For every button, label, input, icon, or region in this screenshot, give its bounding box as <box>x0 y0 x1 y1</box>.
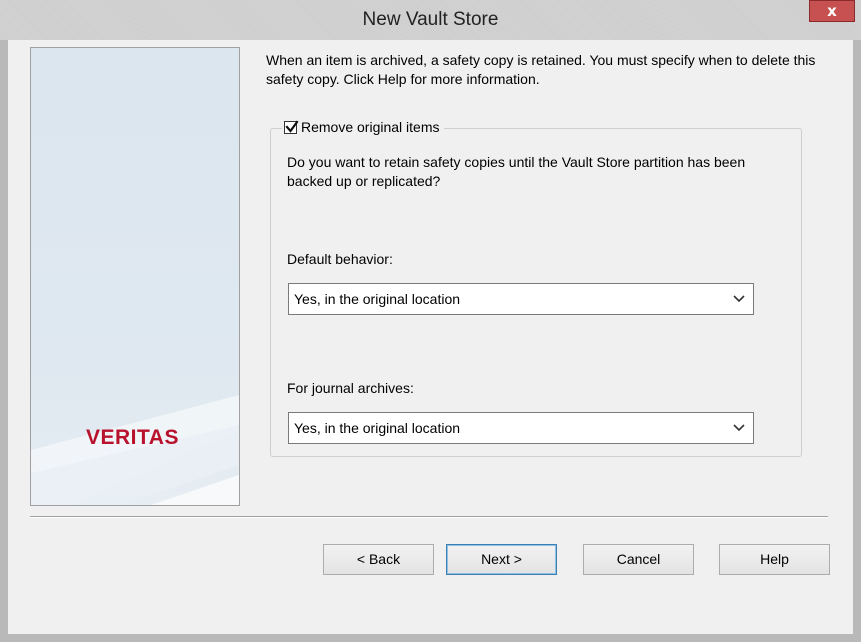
help-button[interactable]: Help <box>719 544 830 575</box>
back-button[interactable]: < Back <box>323 544 434 575</box>
chevron-down-icon <box>733 295 745 303</box>
cancel-button[interactable]: Cancel <box>583 544 694 575</box>
dialog-window: New Vault Store x VERITAS When an item i… <box>0 0 861 642</box>
close-button[interactable]: x <box>809 0 855 22</box>
chevron-down-icon <box>733 424 745 432</box>
default-behavior-label: Default behavior: <box>287 251 393 267</box>
journal-archives-label: For journal archives: <box>287 380 414 396</box>
journal-archives-value: Yes, in the original location <box>294 420 461 436</box>
default-behavior-value: Yes, in the original location <box>294 291 461 307</box>
checkbox-label: Remove original items <box>301 119 440 135</box>
checkbox-box[interactable] <box>284 119 299 134</box>
intro-text: When an item is archived, a safety copy … <box>266 52 816 87</box>
close-icon: x <box>827 2 837 20</box>
veritas-logo: VERITAS <box>86 426 179 449</box>
wizard-side-panel: VERITAS <box>30 47 240 506</box>
remove-original-checkbox[interactable]: Remove original items <box>282 119 444 135</box>
checkmark-icon <box>285 119 299 133</box>
next-button[interactable]: Next > <box>446 544 557 575</box>
footer-separator <box>30 516 828 518</box>
retain-question: Do you want to retain safety copies unti… <box>287 154 746 189</box>
default-behavior-select[interactable]: Yes, in the original location <box>288 283 754 315</box>
journal-archives-select[interactable]: Yes, in the original location <box>288 412 754 444</box>
window-title: New Vault Store <box>362 9 499 30</box>
title-bar[interactable]: New Vault Store x <box>0 0 861 40</box>
